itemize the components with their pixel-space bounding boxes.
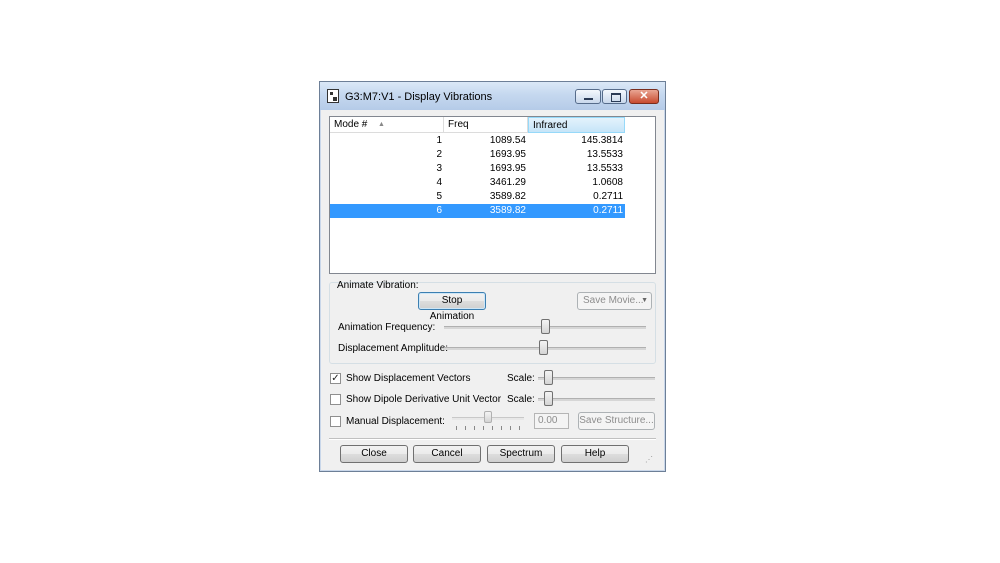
manual-displacement-ticks <box>456 426 522 431</box>
display-vibrations-window: G3:M7:V1 - Display Vibrations ✕ Mode # ▲… <box>319 81 666 472</box>
save-movie-dropdown[interactable]: Save Movie... ▼ <box>577 292 652 310</box>
table-row[interactable]: 1 1089.54 145.3814 <box>330 134 625 148</box>
cell-infrared: 145.3814 <box>581 135 623 146</box>
cell-freq: 1693.95 <box>489 163 526 174</box>
resize-grip-icon[interactable]: ⋰ <box>645 455 653 464</box>
maximize-icon <box>611 93 621 102</box>
animation-frequency-label: Animation Frequency: <box>338 322 436 333</box>
displacement-amplitude-slider[interactable] <box>538 340 548 355</box>
close-window-button[interactable]: ✕ <box>629 89 659 104</box>
vibrations-table[interactable]: Mode # ▲ Freq Infrared 1 1089.54 145.381… <box>329 116 656 274</box>
cell-infrared: 13.5533 <box>586 149 623 160</box>
displacement-amplitude-label: Displacement Amplitude: <box>338 343 449 354</box>
cell-freq: 1089.54 <box>489 135 526 146</box>
cell-mode: 3 <box>436 163 442 174</box>
sort-ascending-icon: ▲ <box>378 121 385 128</box>
app-icon <box>327 89 339 103</box>
manual-displacement-label: Manual Displacement: <box>346 416 445 427</box>
animation-frequency-slider[interactable] <box>540 319 550 334</box>
column-header-mode[interactable]: Mode # ▲ <box>330 117 444 133</box>
cell-infrared: 13.5533 <box>586 163 623 174</box>
manual-displacement-slider[interactable] <box>484 411 492 423</box>
table-row[interactable]: 3 1693.95 13.5533 <box>330 162 625 176</box>
chevron-down-icon: ▼ <box>641 297 648 304</box>
cell-mode: 5 <box>436 191 442 202</box>
window-title: G3:M7:V1 - Display Vibrations <box>345 91 493 103</box>
column-header-infrared[interactable]: Infrared <box>528 117 625 133</box>
dipole-scale-slider[interactable] <box>544 391 554 406</box>
cell-freq: 3461.29 <box>489 177 526 188</box>
title-bar[interactable]: G3:M7:V1 - Display Vibrations ✕ <box>320 82 665 110</box>
close-button[interactable]: Close <box>340 445 408 463</box>
column-header-freq[interactable]: Freq <box>444 117 528 133</box>
show-dipole-derivative-checkbox[interactable] <box>330 394 341 405</box>
vectors-scale-label: Scale: <box>507 373 535 384</box>
cell-mode: 4 <box>436 177 442 188</box>
manual-displacement-checkbox[interactable] <box>330 416 341 427</box>
dipole-scale-track[interactable] <box>538 398 655 401</box>
cell-mode: 2 <box>436 149 442 160</box>
save-structure-button[interactable]: Save Structure... <box>578 412 655 430</box>
cell-freq: 1693.95 <box>489 149 526 160</box>
cell-mode: 6 <box>436 205 442 216</box>
cell-freq: 3589.82 <box>489 191 526 202</box>
minimize-button[interactable] <box>575 89 601 104</box>
cell-mode: 1 <box>436 135 442 146</box>
cell-infrared: 1.0608 <box>592 177 623 188</box>
show-displacement-vectors-checkbox[interactable]: ✓ <box>330 373 341 384</box>
help-button[interactable]: Help <box>561 445 629 463</box>
cell-infrared: 0.2711 <box>593 205 623 216</box>
minimize-icon <box>584 98 593 100</box>
table-row[interactable]: 4 3461.29 1.0608 <box>330 176 625 190</box>
manual-displacement-input[interactable]: 0.00 <box>534 413 569 429</box>
close-icon: ✕ <box>639 90 649 102</box>
cell-freq: 3589.82 <box>489 205 526 216</box>
show-displacement-vectors-label: Show Displacement Vectors <box>346 373 471 384</box>
dipole-scale-label: Scale: <box>507 394 535 405</box>
cancel-button[interactable]: Cancel <box>413 445 481 463</box>
stop-animation-button[interactable]: Stop Animation <box>418 292 486 322</box>
table-row[interactable]: 5 3589.82 0.2711 <box>330 190 625 204</box>
save-movie-label: Save Movie... <box>583 295 644 306</box>
animate-vibration-label: Animate Vibration: <box>337 280 419 291</box>
show-dipole-derivative-label: Show Dipole Derivative Unit Vector <box>346 394 502 405</box>
vectors-scale-track[interactable] <box>538 377 655 380</box>
spectrum-button[interactable]: Spectrum <box>487 445 555 463</box>
divider <box>329 438 656 440</box>
cell-infrared: 0.2711 <box>593 191 623 202</box>
maximize-button[interactable] <box>602 89 627 104</box>
table-row[interactable]: 2 1693.95 13.5533 <box>330 148 625 162</box>
checkmark-icon: ✓ <box>331 373 340 384</box>
vectors-scale-slider[interactable] <box>544 370 554 385</box>
table-row-selected[interactable]: 6 3589.82 0.2711 <box>330 204 625 218</box>
column-header-mode-label: Mode # <box>334 119 368 130</box>
